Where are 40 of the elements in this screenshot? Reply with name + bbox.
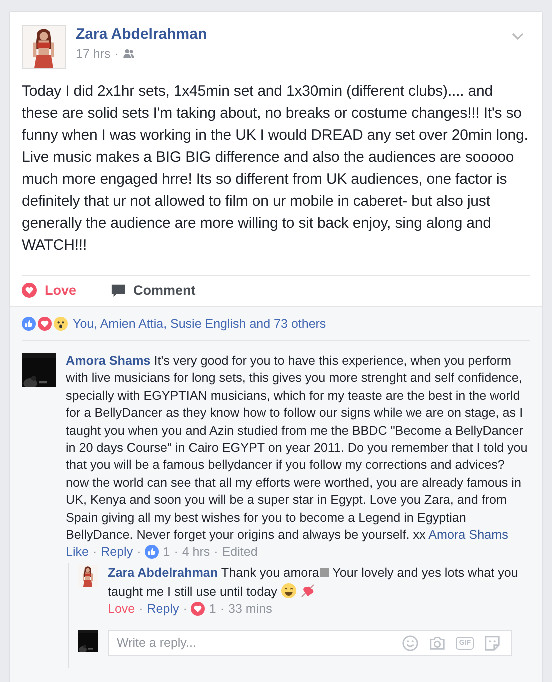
comment-text: Amora Shams It's very good for you to have this experience, when you perform with live musicians for long sets, this gives you more strenght and self confidence, specially with EGYPTIAN musicians, which for my teaste are the best in the world for a BellyDancer as they know how to follow our signs while we are on stage, as I taught you when you and Azin studied from me the BBDC "Become a BellyDancer in 20 days Course" in Cairo EGYPT on year 2011. Do you remember that I told you that you will be a famous bellydancer if you follow my corrections and advices? now the world can see that all my efforts were worthed, you are already famous in UK, Kenya and soon you will be a super star in Egypt. Love you Zara, and from Spain giving all my best wishes for you to become a Legend in Egyptian BellyDance. Never forget your origins and always be yourself. xx Amora Shams: [66, 353, 529, 544]
reply-time[interactable]: 33 mins: [228, 602, 272, 616]
separator: ·: [137, 545, 142, 560]
reaction-count[interactable]: 1: [163, 545, 170, 560]
separator: ·: [174, 545, 178, 560]
reaction-count[interactable]: 1: [209, 602, 216, 616]
reactions-summary[interactable]: You, Amien Attia, Susie English and 73 others: [73, 317, 326, 331]
edited-label[interactable]: Edited: [222, 545, 258, 560]
separator: ·: [92, 545, 98, 560]
grinning-face-icon: [280, 582, 297, 599]
author-link[interactable]: Amora Shams: [66, 354, 151, 368]
chevron-down-icon[interactable]: [512, 33, 524, 41]
separator: ·: [114, 47, 119, 61]
separator: ·: [220, 602, 225, 616]
thumbs-up-icon: [145, 545, 160, 560]
camera-icon[interactable]: [429, 634, 446, 652]
speech-bubble-icon: [110, 283, 126, 298]
reaction-link[interactable]: Like: [66, 545, 89, 560]
friends-icon: [122, 49, 135, 59]
author-link[interactable]: Zara Abdelrahman: [76, 26, 208, 43]
reply-text: Zara Abdelrahman Thank you amora Your lovely and yes lots what you taught me I still use until today: [108, 565, 520, 601]
thumbs-up-icon: [22, 317, 36, 331]
post-time[interactable]: 17 hrs: [76, 47, 111, 61]
heart-arrow-icon: [300, 582, 316, 599]
separator: ·: [183, 602, 188, 616]
comment-button[interactable]: Comment: [110, 283, 196, 298]
wow-face-icon: [54, 317, 68, 331]
post-text: Today I did 2x1hr sets, 1x45min set and 1x30min (different clubs).... and these are solid sets I'm taking about, no breaks or costume changes!!! It's so funny when I was working in the UK I would DREAD any set over 20min long. Live music makes a BIG BIG difference and also the audiences are sooooo much more engaged hrre! Its so different from UK audiences, one factor is definitely that ur not allowed to film on ur mobile in caberet- but also just generally the audience are more willing to sit back enjoy, sing along and WATCH!!!: [22, 82, 530, 256]
sticker-icon[interactable]: [484, 634, 501, 652]
comment-time[interactable]: 4 hrs: [182, 545, 210, 560]
author-link[interactable]: Zara Abdelrahman: [108, 566, 218, 580]
separator: ·: [214, 545, 218, 560]
reply-link[interactable]: Reply: [101, 545, 134, 560]
author-link[interactable]: Amora Shams: [428, 528, 508, 542]
missing-glyph-icon: [320, 568, 330, 578]
reply-link[interactable]: Reply: [147, 602, 180, 616]
love-button[interactable]: Love: [22, 283, 77, 298]
separator: ·: [139, 602, 144, 616]
smiley-icon[interactable]: [402, 634, 420, 652]
love-link[interactable]: Love: [108, 602, 136, 616]
